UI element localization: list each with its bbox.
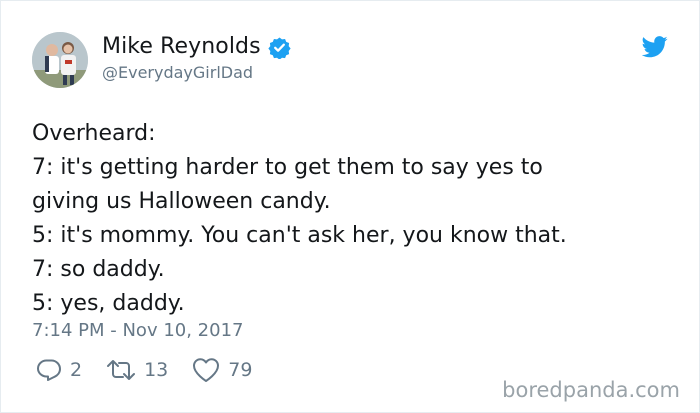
tweet-line: 5: it's mommy. You can't ask her, you kn… bbox=[32, 223, 567, 248]
verified-badge-icon bbox=[268, 36, 291, 60]
tweet-card: Mike Reynolds @EverydayGirlDad Overheard… bbox=[0, 0, 700, 413]
reply-icon bbox=[36, 358, 62, 382]
display-name[interactable]: Mike Reynolds bbox=[102, 33, 261, 61]
avatar[interactable] bbox=[32, 32, 88, 88]
retweet-icon bbox=[106, 358, 136, 382]
tweet-line: 7: it's getting harder to get them to sa… bbox=[32, 155, 543, 180]
reply-button[interactable]: 2 bbox=[36, 358, 82, 382]
tweet-timestamp[interactable]: 7:14 PM - Nov 10, 2017 bbox=[32, 319, 243, 343]
tweet-line: Overheard: bbox=[32, 121, 156, 146]
retweet-count: 13 bbox=[144, 359, 169, 381]
tweet-line: 7: so daddy. bbox=[32, 257, 165, 282]
reply-count: 2 bbox=[70, 359, 83, 381]
tweet-line: giving us Halloween candy. bbox=[32, 189, 331, 214]
like-button[interactable]: 79 bbox=[192, 357, 252, 383]
user-handle[interactable]: @EverydayGirlDad bbox=[102, 63, 253, 83]
tweet-actions: 2 13 79 bbox=[36, 357, 276, 383]
heart-icon bbox=[192, 357, 220, 383]
avatar-photo bbox=[32, 32, 88, 88]
watermark: boredpanda.com bbox=[502, 378, 680, 402]
name-row: Mike Reynolds bbox=[102, 33, 291, 61]
twitter-bird-icon[interactable] bbox=[641, 36, 668, 58]
tweet-text: Overheard: 7: it's getting harder to get… bbox=[32, 117, 672, 321]
retweet-button[interactable]: 13 bbox=[106, 358, 168, 382]
tweet-line: 5: yes, daddy. bbox=[32, 291, 185, 316]
like-count: 79 bbox=[228, 359, 253, 381]
